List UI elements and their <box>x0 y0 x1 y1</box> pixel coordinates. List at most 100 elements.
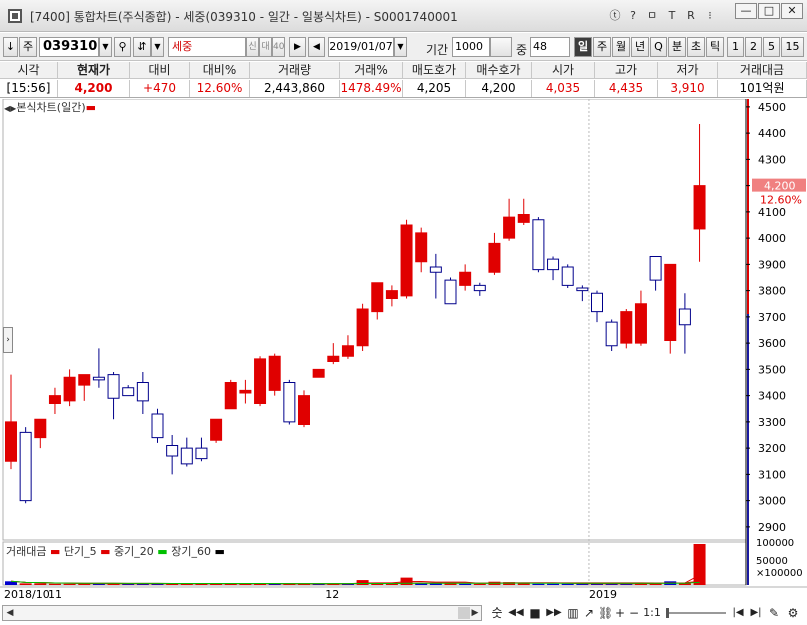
candle-body-up <box>356 308 369 347</box>
stop-icon[interactable]: ■ <box>528 605 542 621</box>
interval-quarter[interactable]: Q <box>650 37 667 57</box>
date-input[interactable]: 2019/01/07 <box>328 37 394 57</box>
zoom-in-icon[interactable]: + <box>614 605 626 621</box>
interval-day[interactable]: 일 <box>574 37 592 57</box>
candle-body-up <box>268 355 281 391</box>
y-tick-label: 2900 <box>758 521 786 534</box>
sort-dropdown-icon[interactable]: ▼ <box>151 37 164 57</box>
candle-body-up <box>63 376 76 402</box>
stock-name-field: 세중 <box>168 37 246 57</box>
market-button[interactable]: 주 <box>19 37 37 57</box>
candle-body-up <box>34 418 47 439</box>
zoom-reset-button[interactable]: 1:1 <box>642 605 662 621</box>
y-tick-label: 4300 <box>758 153 786 166</box>
candle-body-down <box>107 374 120 399</box>
quote-header-turnover: 거래대금 <box>718 62 807 79</box>
y-tick-label: 3900 <box>758 258 786 271</box>
interval-1[interactable]: 1 <box>727 37 744 57</box>
interval-15[interactable]: 15 <box>781 37 804 57</box>
volume-legend-title: 거래대금 <box>6 545 47 558</box>
window-title: [7400] 통합차트(주식종합) - 세중(039310 - 일간 - 일봉식… <box>30 10 458 24</box>
legend-marker: ▬ <box>85 101 97 114</box>
legend-arrow-icon[interactable]: ◀▶ <box>4 104 16 113</box>
scroll-left-icon[interactable]: ◀ <box>4 607 16 619</box>
trend-icon[interactable]: ↗ <box>582 605 596 621</box>
sort-icon[interactable]: ⇵ <box>133 37 151 57</box>
date-dropdown-icon[interactable]: ▼ <box>394 37 407 57</box>
stock-code-input[interactable]: 039310 <box>39 37 99 57</box>
interval-month[interactable]: 월 <box>612 37 630 57</box>
period-input[interactable]: 1000 <box>452 37 490 57</box>
edit-icon[interactable]: ✎ <box>766 605 782 621</box>
volume-y-label: ×100000 <box>756 568 803 579</box>
scroll-right-icon[interactable]: ▶ <box>469 607 481 619</box>
candle-body-up <box>224 382 237 410</box>
layout-icon[interactable]: ㅁ <box>645 7 659 24</box>
chart-navbar: 숫 ◀◀ ■ ▶▶ ▥ ↗ ⛓ + − 1:1 |◀ ▶| ✎ ⚙ <box>486 603 807 623</box>
y-tick-label: 3300 <box>758 416 786 429</box>
interval-second[interactable]: 초 <box>687 37 705 57</box>
menu-icon[interactable]: ⁝ <box>703 7 717 24</box>
interval-minute[interactable]: 분 <box>668 37 686 57</box>
rewind-icon[interactable]: ◀◀ <box>506 605 526 621</box>
code-list-button[interactable]: ↓ <box>3 37 18 57</box>
first-page-icon[interactable]: |◀ <box>730 605 746 621</box>
fast-forward-icon[interactable]: ▶▶ <box>544 605 564 621</box>
y-tick-label: 3500 <box>758 363 786 376</box>
y-tick-label: 3700 <box>758 311 786 324</box>
help-icon[interactable]: ? <box>627 7 639 24</box>
candle-body-down <box>136 382 149 402</box>
nav-count-icon[interactable]: 숫 <box>490 605 504 621</box>
link-icon[interactable]: ⛓ <box>598 605 613 621</box>
volume-bar <box>34 583 47 585</box>
candle-body-up <box>664 263 677 341</box>
volume-bar <box>547 583 560 585</box>
refresh-icon[interactable]: R <box>684 7 698 24</box>
price-chart[interactable]: 2900 3000 3100 3200 3300 3400 3500 3600 3700 3800… <box>0 99 807 604</box>
volume-legend: 거래대금 ▬ 단기_5 ▬ 중기_20 ▬ 장기_60 ▬ <box>6 545 225 558</box>
candle-body-up <box>239 389 252 394</box>
maximize-button[interactable]: □ <box>758 3 780 19</box>
volume-bar <box>473 583 486 585</box>
x-tick-label: 12 <box>325 588 339 601</box>
candle-body-up <box>341 345 354 357</box>
toolbar: ↓ 주 039310 ▼ ⚲ ⇵ ▼ 세중 신 대 40 ▶ ◀ 2019/01… <box>0 33 807 61</box>
interval-week[interactable]: 주 <box>593 37 611 57</box>
candle-body-up <box>693 185 706 230</box>
candle-body-up <box>371 282 384 313</box>
candle-body-up <box>488 242 501 273</box>
ma-long-label: 장기_60 <box>171 545 211 558</box>
quote-header-change-pct: 대비% <box>190 62 250 79</box>
side-panel-toggle[interactable]: › <box>3 327 13 353</box>
interval-year[interactable]: 년 <box>631 37 649 57</box>
period-spin[interactable] <box>490 37 512 57</box>
interval-2[interactable]: 2 <box>745 37 762 57</box>
play-back-icon[interactable]: ◀ <box>308 37 325 57</box>
candle-body-down <box>444 279 457 305</box>
horizontal-scrollbar[interactable]: ◀ ▶ <box>2 605 482 621</box>
candle-body-up <box>415 232 428 263</box>
count-input[interactable]: 48 <box>530 37 570 57</box>
pin-icon[interactable]: ⓣ <box>608 7 622 24</box>
interval-tick[interactable]: 틱 <box>706 37 724 57</box>
minimize-button[interactable]: — <box>735 3 757 19</box>
candle-body-down <box>429 266 442 273</box>
play-forward-icon[interactable]: ▶ <box>289 37 306 57</box>
grid-icon[interactable]: ▥ <box>566 605 580 621</box>
zoom-slider[interactable] <box>666 605 728 621</box>
ma-short-label: 단기_5 <box>63 545 97 558</box>
close-button[interactable]: ✕ <box>781 3 803 19</box>
last-page-icon[interactable]: ▶| <box>748 605 764 621</box>
code-dropdown-icon[interactable]: ▼ <box>99 37 112 57</box>
print-icon[interactable]: T <box>665 7 679 24</box>
search-icon[interactable]: ⚲ <box>114 37 131 57</box>
candle-body-up <box>459 271 472 286</box>
candle-body-up <box>312 368 325 378</box>
settings-icon[interactable]: ⚙ <box>784 605 802 621</box>
loan-badge: 대 <box>259 37 272 57</box>
quote-header-open: 시가 <box>532 62 595 79</box>
interval-5[interactable]: 5 <box>763 37 780 57</box>
quote-header-volume-pct: 거래% <box>340 62 403 79</box>
period-label: 기간 <box>426 43 449 57</box>
zoom-out-icon[interactable]: − <box>628 605 640 621</box>
